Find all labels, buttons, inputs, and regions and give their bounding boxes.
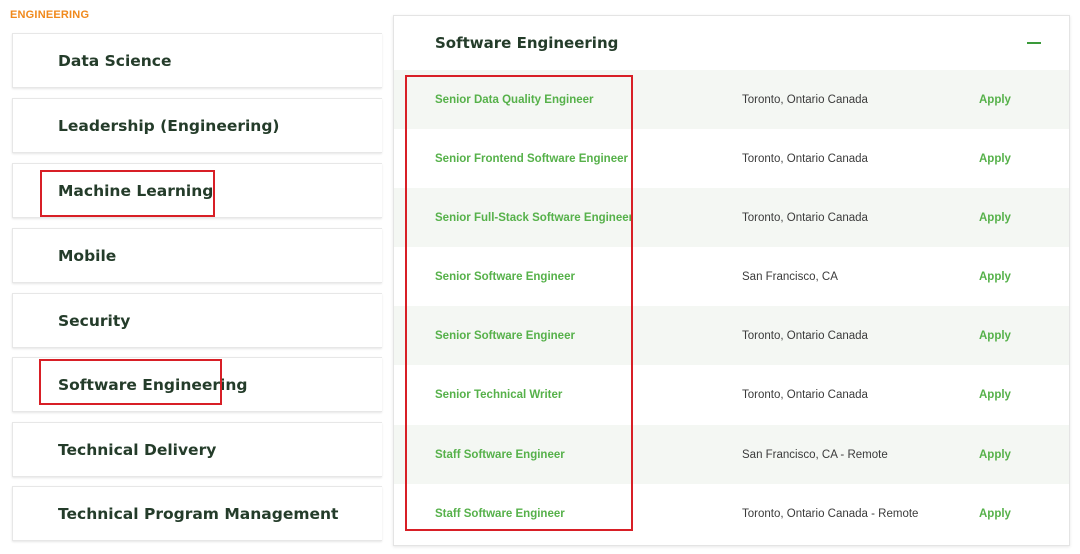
category-technical-program-management[interactable]: Technical Program Management	[12, 486, 382, 541]
job-title-link[interactable]: Senior Technical Writer	[435, 389, 562, 401]
category-security[interactable]: Security	[12, 293, 382, 348]
job-row: Senior Data Quality Engineer Toronto, On…	[394, 70, 1069, 129]
apply-link[interactable]: Apply	[979, 508, 1011, 520]
apply-link[interactable]: Apply	[979, 94, 1011, 106]
minus-icon	[1027, 42, 1041, 44]
category-leadership-engineering[interactable]: Leadership (Engineering)	[12, 98, 382, 153]
job-row: Senior Software Engineer San Francisco, …	[394, 247, 1069, 306]
job-title-link[interactable]: Senior Data Quality Engineer	[435, 94, 593, 106]
job-row: Senior Technical Writer Toronto, Ontario…	[394, 365, 1069, 424]
panel-header[interactable]: Software Engineering	[394, 16, 1069, 70]
job-location: San Francisco, CA	[742, 270, 838, 283]
apply-link[interactable]: Apply	[979, 389, 1011, 401]
apply-link[interactable]: Apply	[979, 153, 1011, 165]
job-location: Toronto, Ontario Canada	[742, 93, 868, 106]
collapse-button[interactable]	[1023, 32, 1045, 54]
category-label: Security	[58, 311, 131, 330]
category-data-science[interactable]: Data Science	[12, 33, 382, 88]
job-location: Toronto, Ontario Canada	[742, 152, 868, 165]
category-label: Software Engineering	[58, 375, 248, 394]
category-technical-delivery[interactable]: Technical Delivery	[12, 422, 382, 477]
category-label: Technical Program Management	[58, 504, 339, 523]
job-title-link[interactable]: Staff Software Engineer	[435, 508, 565, 520]
job-row: Staff Software Engineer Toronto, Ontario…	[394, 484, 1069, 543]
job-location: San Francisco, CA - Remote	[742, 448, 888, 461]
job-title-link[interactable]: Senior Software Engineer	[435, 271, 575, 283]
apply-link[interactable]: Apply	[979, 449, 1011, 461]
job-row: Senior Frontend Software Engineer Toront…	[394, 129, 1069, 188]
apply-link[interactable]: Apply	[979, 271, 1011, 283]
job-row: Staff Software Engineer San Francisco, C…	[394, 425, 1069, 484]
category-mobile[interactable]: Mobile	[12, 228, 382, 283]
job-title-link[interactable]: Senior Software Engineer	[435, 330, 575, 342]
job-location: Toronto, Ontario Canada - Remote	[742, 507, 919, 520]
apply-link[interactable]: Apply	[979, 330, 1011, 342]
category-software-engineering[interactable]: Software Engineering	[12, 357, 382, 412]
job-location: Toronto, Ontario Canada	[742, 388, 868, 401]
category-label: Mobile	[58, 246, 117, 265]
job-title-link[interactable]: Staff Software Engineer	[435, 449, 565, 461]
category-label: Technical Delivery	[58, 440, 217, 459]
panel-title: Software Engineering	[435, 34, 619, 52]
apply-link[interactable]: Apply	[979, 212, 1011, 224]
job-title-link[interactable]: Senior Full-Stack Software Engineer	[435, 212, 633, 224]
job-location: Toronto, Ontario Canada	[742, 211, 868, 224]
jobs-panel: Software Engineering Senior Data Quality…	[393, 15, 1070, 546]
category-label: Leadership (Engineering)	[58, 116, 280, 135]
category-machine-learning[interactable]: Machine Learning	[12, 163, 382, 218]
job-row: Senior Software Engineer Toronto, Ontari…	[394, 306, 1069, 365]
job-title-link[interactable]: Senior Frontend Software Engineer	[435, 153, 628, 165]
job-location: Toronto, Ontario Canada	[742, 329, 868, 342]
category-label: Data Science	[58, 51, 172, 70]
job-row: Senior Full-Stack Software Engineer Toro…	[394, 188, 1069, 247]
category-label: Machine Learning	[58, 181, 214, 200]
section-label: ENGINEERING	[10, 9, 90, 21]
